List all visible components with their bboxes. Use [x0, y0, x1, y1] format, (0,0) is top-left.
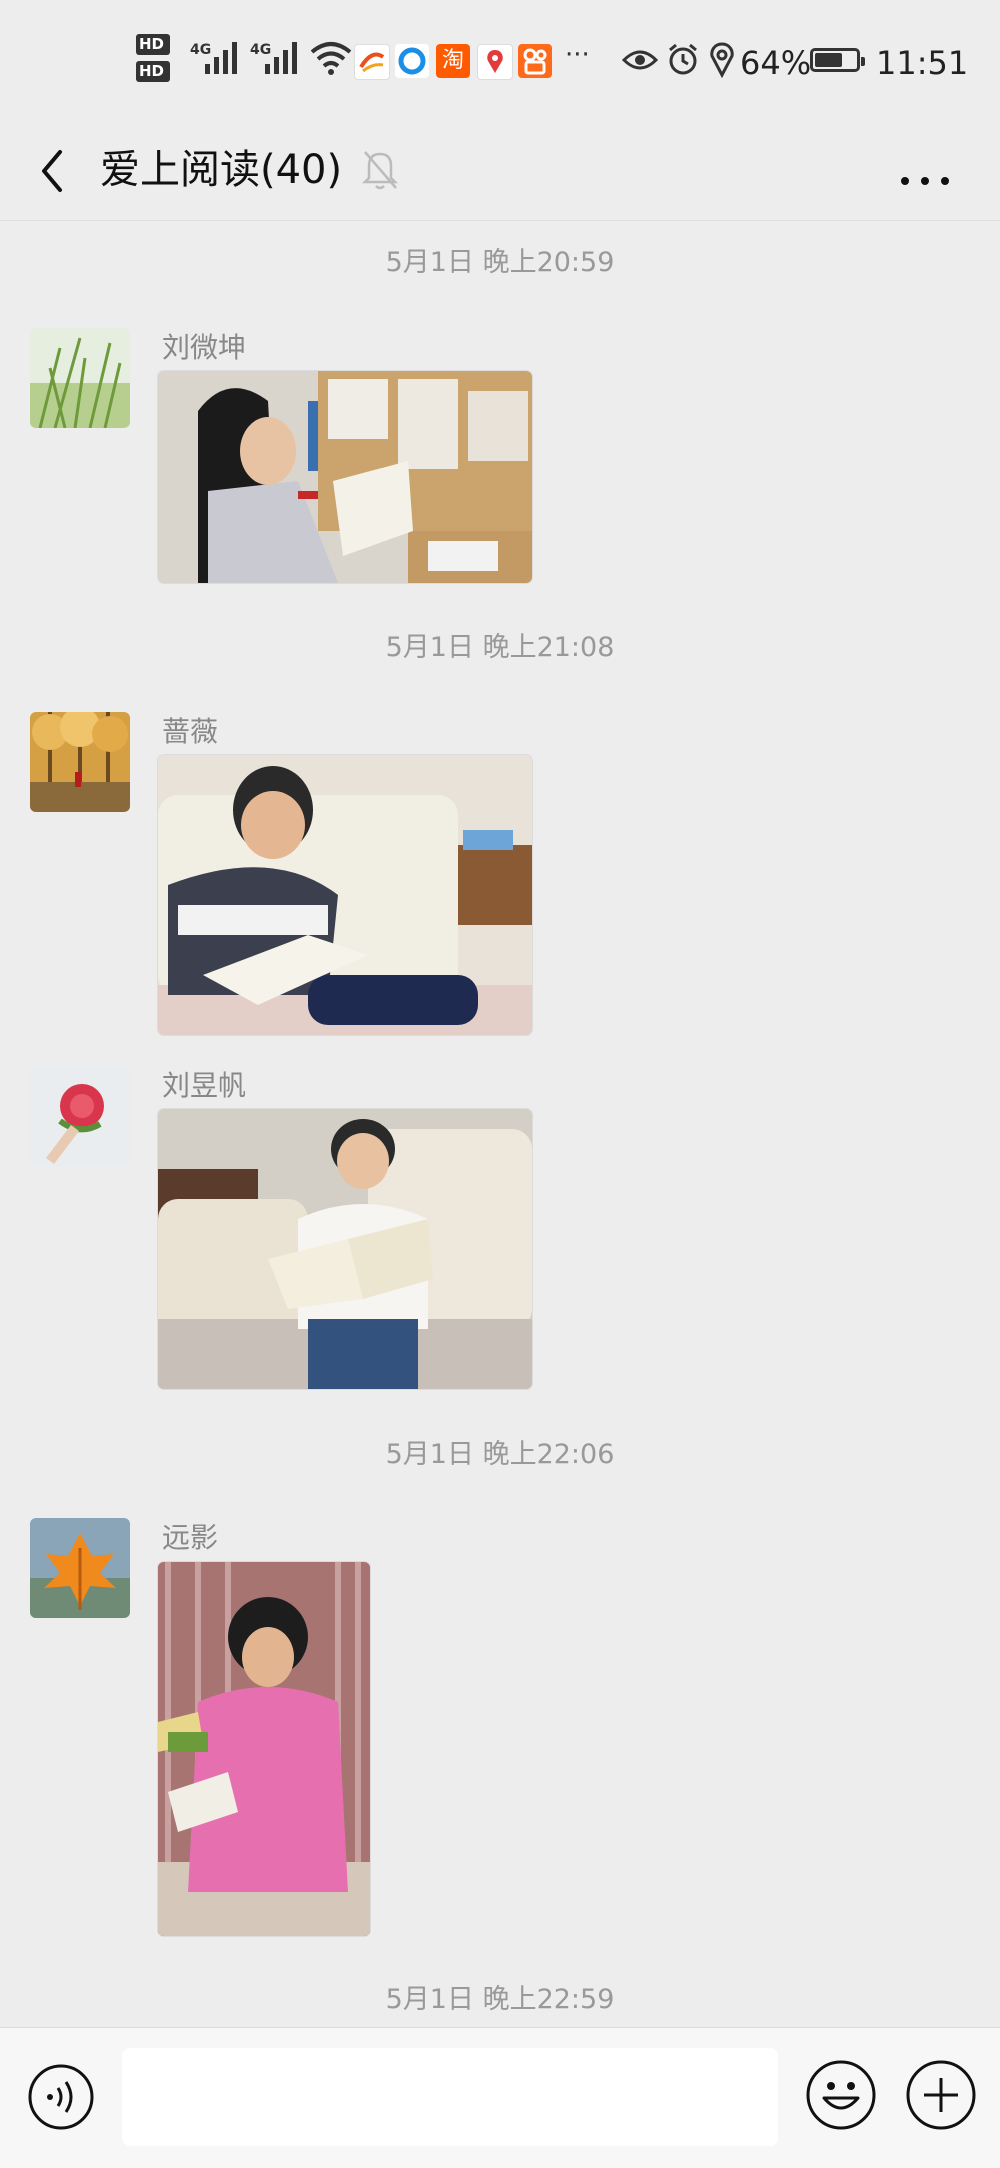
timestamp: 5月1日 晚上22:06 — [385, 1439, 615, 1470]
input-bar — [0, 2027, 1000, 2168]
chat-photo[interactable] — [158, 1562, 370, 1936]
chat-photo[interactable] — [158, 371, 532, 583]
chat-title: 爱上阅读(40) — [100, 147, 343, 193]
timestamp: 5月1日 晚上21:08 — [385, 632, 615, 663]
more-functions-button[interactable] — [904, 2058, 978, 2132]
signal-icon — [205, 40, 245, 74]
avatar-yuanying[interactable] — [30, 1518, 130, 1618]
message-input[interactable] — [122, 2048, 778, 2146]
eye-icon — [622, 50, 658, 70]
taobao-icon: 淘 — [436, 44, 470, 78]
timestamp: 5月1日 晚上22:59 — [385, 1984, 615, 2015]
chat-photo[interactable] — [158, 755, 532, 1035]
map-pin-app-icon — [477, 44, 513, 80]
app-notification-icon-2 — [395, 44, 429, 78]
sender-name: 远影 — [162, 1521, 219, 1554]
clock: 11:51 — [876, 44, 969, 82]
sender-name: 刘昱帆 — [162, 1069, 247, 1102]
more-options-button[interactable] — [890, 140, 960, 200]
timestamp: 5月1日 晚上20:59 — [385, 247, 615, 278]
avatar-liuyufan[interactable] — [30, 1066, 130, 1166]
status-bar: HD HD 4G 4G 淘 ··· 64% 11:51 — [0, 0, 1000, 120]
kuaishou-icon — [518, 44, 552, 78]
chat-photo[interactable] — [158, 1109, 532, 1389]
battery-percent: 64% — [740, 44, 812, 82]
bell-off-icon — [361, 151, 399, 190]
alarm-icon — [669, 43, 697, 75]
sender-name: 刘微坤 — [162, 331, 247, 364]
avatar-liuweikun[interactable] — [30, 328, 130, 428]
hd1-badge: HD — [136, 34, 170, 55]
hd2-badge: HD — [136, 61, 170, 82]
signal-icon-2 — [265, 40, 305, 74]
more-notifications-icon: ··· — [565, 40, 590, 70]
emoji-button[interactable] — [804, 2058, 878, 2132]
location-icon — [710, 42, 734, 78]
battery-icon — [810, 48, 865, 72]
app-notification-icon-1 — [354, 44, 390, 80]
voice-button[interactable] — [26, 2062, 96, 2132]
hd-indicator: HD HD — [136, 34, 170, 88]
wifi-icon — [310, 42, 352, 75]
avatar-qiangwei[interactable] — [30, 712, 130, 812]
chat-header: 爱上阅读(40) — [0, 120, 1000, 221]
back-button[interactable] — [28, 136, 78, 206]
sender-name: 蔷薇 — [162, 715, 219, 748]
